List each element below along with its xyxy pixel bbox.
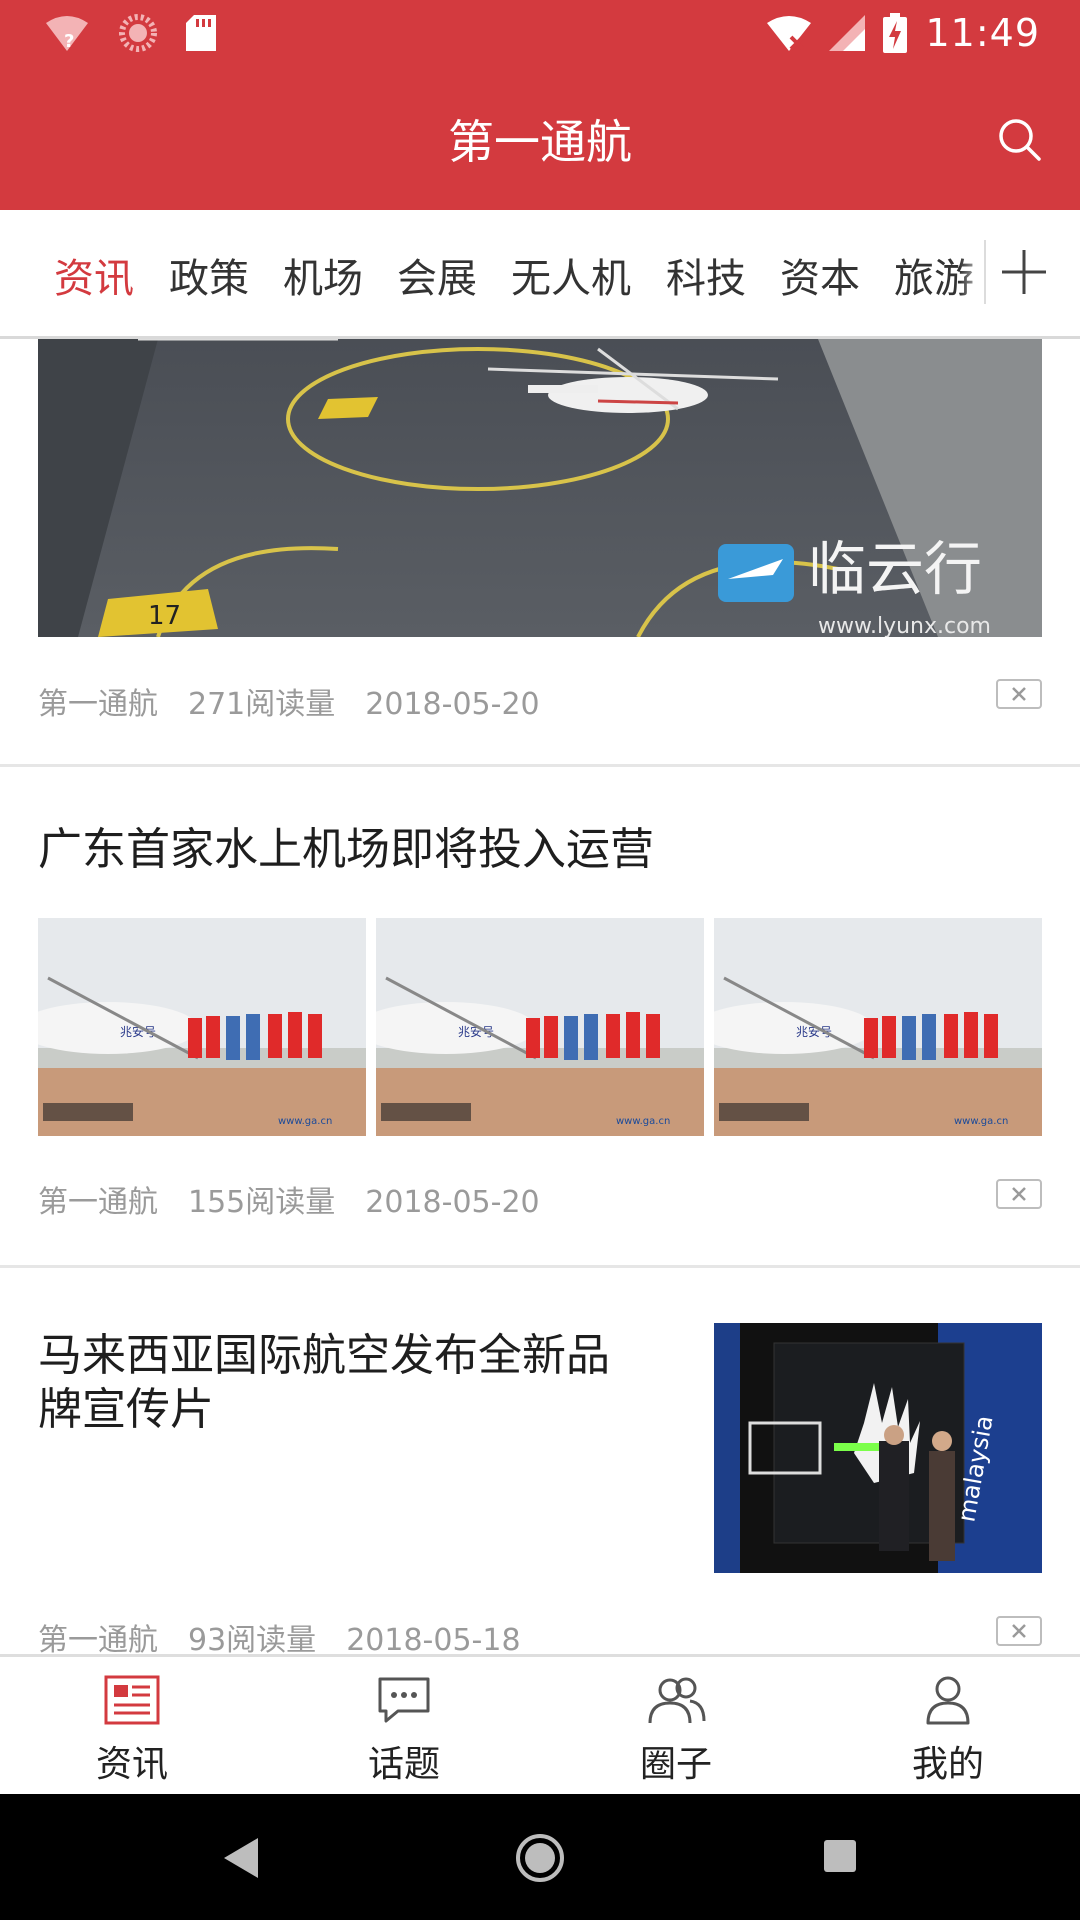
svg-text:www.ga.cn: www.ga.cn <box>616 1116 670 1127</box>
tab-drone[interactable]: 无人机 <box>511 246 631 304</box>
separator <box>0 764 1080 767</box>
category-tabs: 资讯 政策 机场 会展 无人机 科技 资本 旅游 <box>0 210 1080 339</box>
signal-icon <box>829 15 866 51</box>
close-icon <box>1012 1624 1026 1638</box>
sd-card-icon <box>186 15 216 51</box>
svg-text:www.ga.cn: www.ga.cn <box>278 1116 332 1127</box>
back-icon[interactable] <box>218 1834 262 1882</box>
watermark-text: 临云行 <box>808 535 982 603</box>
system-nav-bar <box>0 1794 1080 1920</box>
article-meta: 第一通航 93阅读量 2018-05-18 <box>38 1615 551 1654</box>
helipad-photo: 17 临云行 www.lyunx.com <box>38 339 1042 637</box>
seaplane-photo: 兆安号 www.ga.cn <box>376 918 704 1136</box>
nav-item-topics[interactable]: 话题 <box>344 1675 464 1787</box>
app-bar: 第一通航 <box>0 66 1080 210</box>
tab-capital[interactable]: 资本 <box>780 246 860 304</box>
nav-label: 资讯 <box>95 1744 168 1785</box>
recents-icon[interactable] <box>822 1838 858 1874</box>
add-tab-button[interactable] <box>996 230 1052 314</box>
malaysia-airlines-photo: malaysia <box>714 1323 1042 1573</box>
article-thumbnail: malaysia <box>714 1323 1042 1573</box>
close-icon <box>1012 687 1026 701</box>
article-image: 17 临云行 www.lyunx.com <box>38 339 1042 637</box>
article-reads: 271阅读量 <box>188 687 336 722</box>
tab-airport[interactable]: 机场 <box>283 246 363 304</box>
tab-exhibition[interactable]: 会展 <box>397 246 477 304</box>
dismiss-button[interactable] <box>996 1179 1042 1209</box>
search-button[interactable] <box>990 110 1050 170</box>
watermark-url: www.lyunx.com <box>818 614 991 637</box>
article-source: 第一通航 <box>38 687 158 722</box>
article-thumbnail: 兆安号 www.ga.cn <box>714 918 1042 1136</box>
svg-text:17: 17 <box>148 601 181 631</box>
dismiss-button[interactable] <box>996 679 1042 709</box>
article-source: 第一通航 <box>38 1623 158 1654</box>
seaplane-photo: 兆安号 www.ga.cn <box>714 918 1042 1136</box>
home-icon[interactable] <box>514 1832 566 1884</box>
article-source: 第一通航 <box>38 1185 158 1220</box>
news-icon <box>104 1675 160 1725</box>
article-image-row: 兆安号 www.ga.cn 兆安号 www.ga.cn 兆安号 www.ga.c… <box>38 918 1042 1136</box>
status-time: 11:49 <box>925 11 1040 55</box>
person-icon <box>926 1676 970 1725</box>
nav-item-news[interactable]: 资讯 <box>72 1675 192 1787</box>
separator <box>0 1265 1080 1268</box>
nav-item-circles[interactable]: 圈子 <box>616 1675 736 1787</box>
nav-item-me[interactable]: 我的 <box>888 1675 1008 1787</box>
tab-policy[interactable]: 政策 <box>169 246 249 304</box>
article-title: 马来西亚国际航空发布全新品 牌宣传片 <box>38 1329 658 1437</box>
status-bar: ? 11:49 <box>0 0 1080 66</box>
article-date: 2018-05-20 <box>365 687 540 722</box>
svg-text:?: ? <box>64 31 74 52</box>
status-left-icons: ? <box>44 10 216 56</box>
article-title-line: 牌宣传片 <box>38 1384 214 1435</box>
dismiss-button[interactable] <box>996 1616 1042 1646</box>
article-title: 广东首家水上机场即将投入运营 <box>38 824 654 875</box>
battery-charging-icon <box>883 13 908 53</box>
article-meta: 第一通航 155阅读量 2018-05-20 <box>38 1177 570 1221</box>
wifi-icon <box>767 16 812 51</box>
wifi-unknown-icon: ? <box>46 16 88 52</box>
nav-label: 话题 <box>367 1744 440 1785</box>
search-icon <box>999 119 1041 161</box>
group-icon <box>648 1677 706 1724</box>
close-icon <box>1012 1187 1026 1201</box>
article-date: 2018-05-18 <box>346 1623 521 1654</box>
app-title: 第一通航 <box>448 115 632 169</box>
tab-news[interactable]: 资讯 <box>54 246 134 304</box>
nav-label: 我的 <box>911 1744 984 1785</box>
article-date: 2018-05-20 <box>365 1185 540 1220</box>
status-right-icons: 11:49 <box>767 10 1040 56</box>
article-title-line: 马来西亚国际航空发布全新品 <box>38 1330 610 1381</box>
article-reads: 155阅读量 <box>188 1185 336 1220</box>
seaplane-photo: 兆安号 www.ga.cn <box>38 918 366 1136</box>
sync-icon <box>119 14 157 52</box>
article-thumbnail: 兆安号 www.ga.cn <box>376 918 704 1136</box>
bottom-nav: 资讯 话题 圈子 我的 <box>0 1654 1080 1797</box>
plus-icon <box>1002 250 1046 294</box>
article-reads: 93阅读量 <box>188 1623 317 1654</box>
tab-divider <box>984 240 986 304</box>
tab-technology[interactable]: 科技 <box>666 246 746 304</box>
news-feed: 17 临云行 www.lyunx.com 第一通航 271阅读量 2018-05-2… <box>0 339 1080 1654</box>
article-meta: 第一通航 271阅读量 2018-05-20 <box>38 679 570 723</box>
svg-text:www.ga.cn: www.ga.cn <box>954 1116 1008 1127</box>
chat-icon <box>378 1677 430 1723</box>
nav-label: 圈子 <box>639 1744 712 1785</box>
article-thumbnail: 兆安号 www.ga.cn <box>38 918 366 1136</box>
